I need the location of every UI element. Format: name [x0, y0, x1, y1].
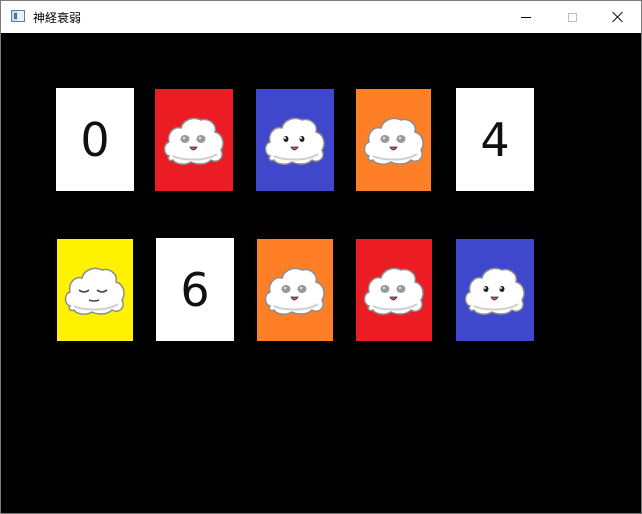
- minimize-icon: [521, 16, 531, 18]
- mascot-icon: [64, 267, 125, 315]
- card-number: 0: [80, 112, 110, 167]
- card-number: 6: [180, 262, 210, 317]
- card-mascot-orange[interactable]: [356, 89, 431, 191]
- mascot-icon: [264, 267, 325, 315]
- app-window: 神経衰弱 0 4 6: [0, 0, 642, 514]
- mascot-icon: [363, 267, 424, 315]
- card-mascot-red[interactable]: [356, 239, 432, 341]
- mascot-icon: [464, 267, 525, 315]
- title-bar[interactable]: 神経衰弱: [1, 1, 641, 33]
- card-mascot-blue[interactable]: [456, 239, 534, 341]
- app-window-icon: [11, 10, 25, 22]
- maximize-button[interactable]: [549, 1, 595, 33]
- card-number-4[interactable]: 4: [456, 88, 534, 191]
- close-icon: [612, 11, 624, 23]
- card-mascot-orange[interactable]: [257, 239, 333, 341]
- close-button[interactable]: [595, 1, 641, 33]
- mascot-icon: [264, 117, 325, 165]
- card-number-6[interactable]: 6: [156, 238, 234, 341]
- card-mascot-blue[interactable]: [256, 89, 334, 191]
- card-number-0[interactable]: 0: [56, 88, 134, 191]
- mascot-icon: [363, 117, 424, 165]
- mascot-icon: [163, 117, 224, 165]
- card-number: 4: [480, 112, 510, 167]
- window-title: 神経衰弱: [33, 11, 82, 25]
- game-board: 0 4 6: [1, 33, 641, 513]
- maximize-icon: [567, 12, 577, 22]
- minimize-button[interactable]: [503, 1, 549, 33]
- card-mascot-red[interactable]: [155, 89, 233, 191]
- card-mascot-yellow[interactable]: [57, 239, 133, 341]
